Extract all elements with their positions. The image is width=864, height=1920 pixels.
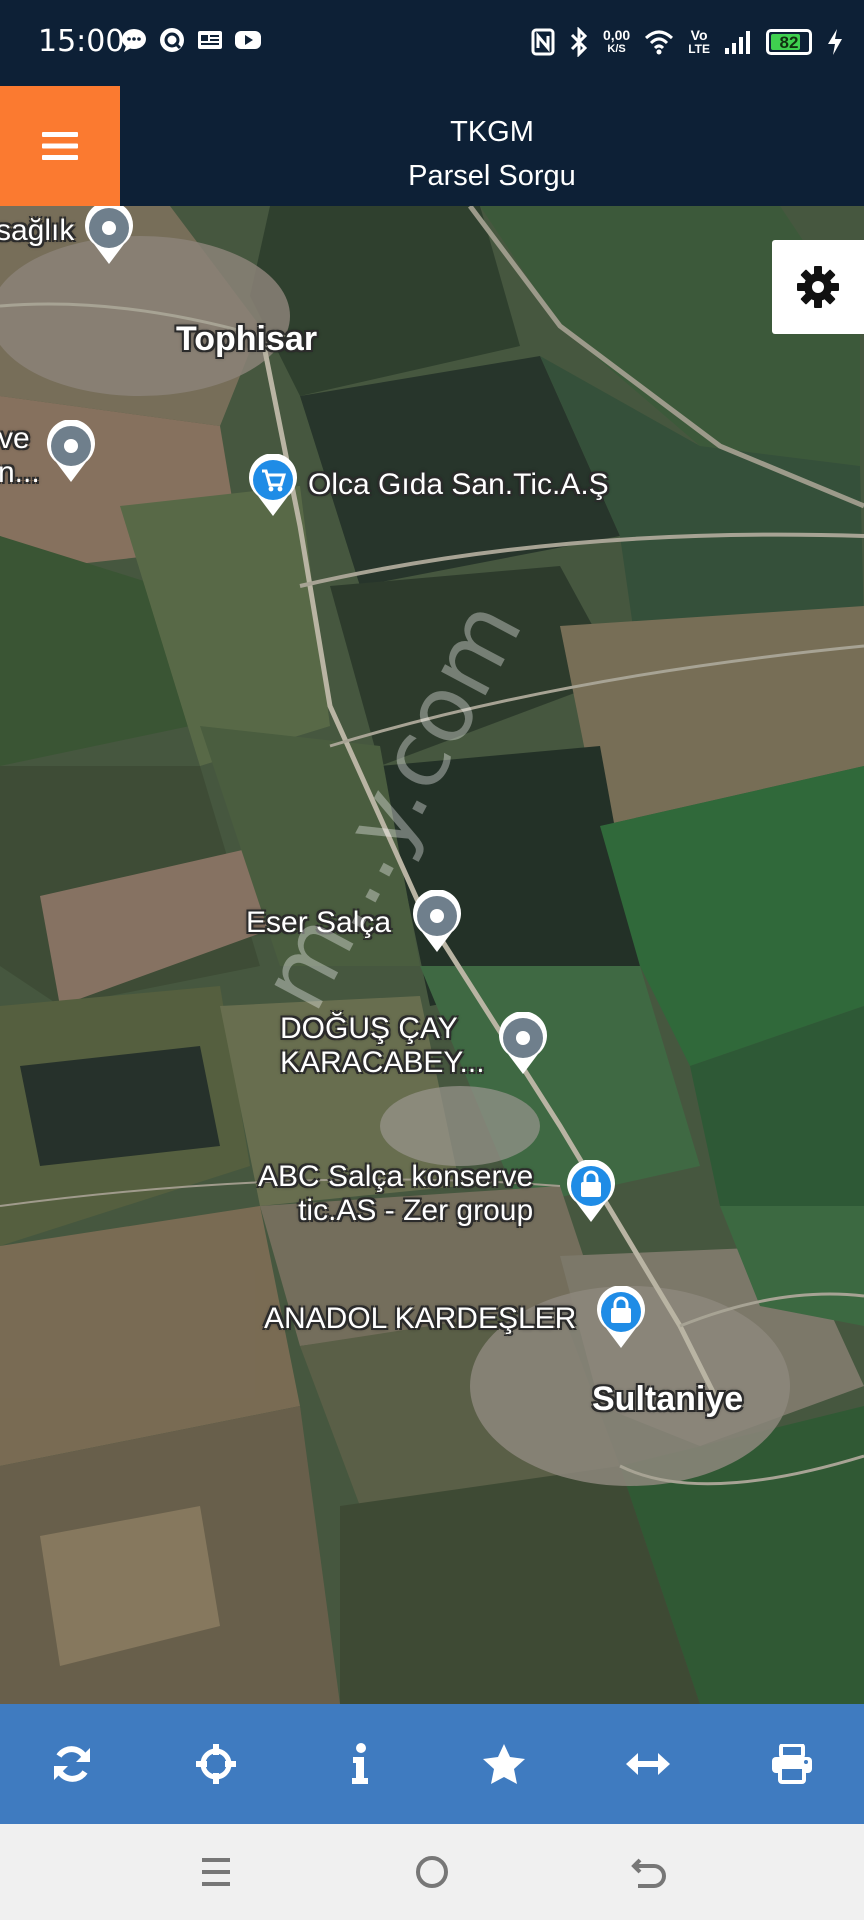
signal-icon [725, 31, 750, 54]
map-label-anadol: ANADOL KARDEŞLER [264, 1302, 577, 1335]
shopping-bag-pin-icon[interactable] [592, 1286, 650, 1352]
place-pin-icon[interactable] [494, 1012, 552, 1078]
shopping-bag-pin-icon[interactable] [562, 1160, 620, 1226]
shopping-cart-pin-icon[interactable] [244, 454, 302, 520]
app-subtitle: Parsel Sorgu [408, 160, 576, 192]
home-icon[interactable] [408, 1848, 456, 1896]
volte-indicator: Vo LTE [688, 27, 710, 56]
map-label-ve: ve n... [0, 422, 40, 489]
menu-button[interactable] [0, 86, 120, 206]
printer-icon [772, 1744, 812, 1784]
map-label-saglik: sağlık [0, 214, 75, 247]
status-right-group: 0,00 K/S Vo LTE 82 [531, 22, 844, 62]
info-button[interactable] [320, 1724, 400, 1804]
bluetooth-icon [570, 27, 588, 57]
back-icon[interactable] [624, 1848, 672, 1896]
recent-apps-icon[interactable] [192, 1848, 240, 1896]
map-label-tophisar: Tophisar [176, 320, 318, 358]
message-icon [122, 29, 146, 52]
refresh-icon [54, 1746, 90, 1782]
gear-icon [797, 266, 839, 308]
map-label-dogus: DOĞUŞ ÇAY KARACABEY... [280, 1012, 485, 1079]
map-label-abc: ABC Salça konserve tic.AS - Zer group [258, 1160, 534, 1227]
print-button[interactable] [752, 1724, 832, 1804]
battery-level: 82 [779, 33, 799, 52]
place-pin-icon[interactable] [80, 206, 138, 268]
status-bar: 15:00 0,00 K/S Vo LTE 82 [0, 0, 864, 86]
star-icon [483, 1744, 525, 1784]
measure-button[interactable] [608, 1724, 688, 1804]
crosshair-icon [196, 1744, 236, 1784]
bottom-toolbar [0, 1704, 864, 1824]
app-header: TKGM Parsel Sorgu [0, 86, 864, 206]
battery-icon: 82 [766, 29, 812, 55]
horizontal-arrows-icon [626, 1753, 670, 1775]
net-speed: 0,00 K/S [602, 27, 631, 55]
locate-button[interactable] [176, 1724, 256, 1804]
favorite-button[interactable] [464, 1724, 544, 1804]
system-nav-bar [0, 1824, 864, 1920]
satellite-map[interactable]: sağlık Tophisar ve n... Olca Gıda San.Tic… [0, 206, 864, 1704]
nfc-icon [531, 28, 555, 56]
map-label-olca: Olca Gıda San.Tic.A.Ş [308, 468, 609, 501]
charging-icon [828, 29, 842, 55]
news-icon [198, 31, 222, 49]
status-time: 15:00 [38, 24, 125, 59]
settings-button[interactable] [772, 240, 864, 334]
info-icon [352, 1743, 368, 1784]
place-pin-icon[interactable] [408, 890, 466, 956]
map-label-sultaniye: Sultaniye [592, 1380, 744, 1418]
youtube-icon [235, 31, 261, 49]
hamburger-menu-icon [42, 132, 78, 160]
q-app-icon [160, 28, 184, 52]
app-title: TKGM [450, 116, 534, 148]
wifi-icon [645, 30, 674, 55]
refresh-button[interactable] [32, 1724, 112, 1804]
place-pin-icon[interactable] [42, 420, 100, 486]
